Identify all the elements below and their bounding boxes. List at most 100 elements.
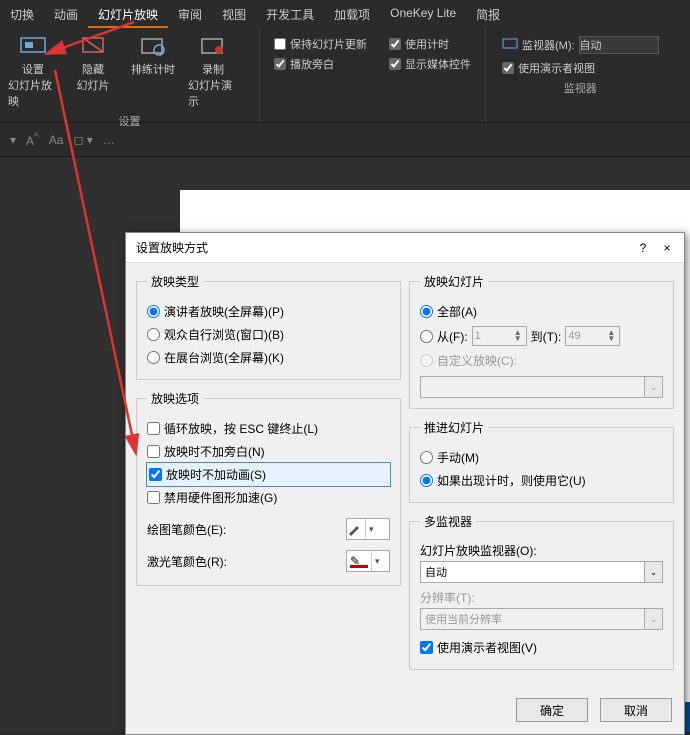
tab-slideshow[interactable]: 幻灯片放映 (88, 0, 168, 28)
show-type-group: 放映类型 演讲者放映(全屏幕)(P) 观众自行浏览(窗口)(B) 在展台浏览(全… (136, 273, 401, 380)
hide-slide-button[interactable]: 隐藏 幻灯片 (66, 32, 120, 111)
custom-show-value (421, 377, 644, 397)
dialog-title: 设置放映方式 (136, 239, 208, 256)
show-type-legend: 放映类型 (147, 273, 203, 290)
show-options-group: 放映选项 循环放映，按 ESC 键终止(L) 放映时不加旁白(N) 放映时不加动… (136, 390, 401, 586)
check-presenter-view[interactable]: 使用演示者视图 (496, 60, 665, 76)
tab-view[interactable]: 视图 (212, 0, 256, 28)
pen-color-label: 绘图笔颜色(E): (147, 521, 226, 538)
monitor-icon (502, 38, 518, 52)
ok-button[interactable]: 确定 (516, 698, 588, 722)
opt-no-narration-label: 放映时不加旁白(N) (164, 443, 265, 460)
setup-icon (19, 34, 47, 58)
record-label1: 录制 (202, 61, 224, 77)
rehearse-icon (139, 34, 167, 58)
hide-label1: 隐藏 (82, 61, 104, 77)
record-icon (199, 34, 227, 58)
multi-monitor-group: 多监视器 幻灯片放映监视器(O): 自动 ⌄ 分辨率(T): 使用当前分辨率 ⌄… (409, 513, 674, 670)
advance-manual[interactable]: 手动(M) (420, 446, 663, 469)
show-type-browse[interactable]: 观众自行浏览(窗口)(B) (147, 323, 390, 346)
dialog-help-button[interactable]: ? (636, 241, 650, 255)
group-label-monitor: 监视器 (492, 80, 669, 96)
setup-show-dialog: 设置放映方式 ? × 放映类型 演讲者放映(全屏幕)(P) 观众自行浏览(窗口)… (125, 232, 685, 735)
setup-slideshow-button[interactable]: 设置 幻灯片放映 (6, 32, 60, 111)
slides-to-value: 49 (568, 330, 605, 342)
advance-timings[interactable]: 如果出现计时，则使用它(U) (420, 469, 663, 492)
slides-custom-label: 自定义放映(C): (437, 352, 517, 369)
opt-no-animation-label: 放映时不加动画(S) (166, 466, 266, 483)
slides-custom: 自定义放映(C): (420, 349, 663, 372)
laser-swatch: ✎ (350, 554, 368, 568)
slides-from-spin[interactable]: 1▲▼ (472, 326, 527, 346)
check-keep-updated[interactable]: 保持幻灯片更新 (274, 36, 367, 52)
multi-monitor-legend: 多监视器 (420, 513, 476, 530)
setup-label2: 幻灯片放映 (8, 77, 58, 109)
show-type-kiosk-label: 在展台浏览(全屏幕)(K) (164, 349, 284, 366)
show-type-kiosk[interactable]: 在展台浏览(全屏幕)(K) (147, 346, 390, 369)
chevron-down-icon: ▾ (371, 551, 383, 571)
tab-animation[interactable]: 动画 (44, 0, 88, 28)
show-type-presenter-label: 演讲者放映(全屏幕)(P) (164, 303, 284, 320)
laser-color-label: 激光笔颜色(R): (147, 553, 227, 570)
cancel-button[interactable]: 取消 (600, 698, 672, 722)
group-label-setup: 设置 (6, 113, 253, 129)
check-narration[interactable]: 播放旁白 (274, 56, 367, 72)
res-select: 使用当前分辨率 ⌄ (420, 608, 663, 630)
opt-loop-label: 循环放映，按 ESC 键终止(L) (164, 420, 318, 437)
setup-label1: 设置 (22, 61, 44, 77)
use-presenter-view[interactable]: 使用演示者视图(V) (420, 636, 663, 659)
slides-to-label: 到(T): (531, 328, 562, 345)
opt-loop[interactable]: 循环放映，按 ESC 键终止(L) (147, 417, 390, 440)
rehearse-button[interactable]: 排练计时 (126, 32, 180, 111)
opt-disable-hw[interactable]: 禁用硬件图形加速(G) (147, 486, 390, 509)
opt-no-narration[interactable]: 放映时不加旁白(N) (147, 440, 390, 463)
monitor-select[interactable]: 自动 (579, 36, 659, 54)
res-select-value: 使用当前分辨率 (421, 609, 644, 629)
show-type-presenter[interactable]: 演讲者放映(全屏幕)(P) (147, 300, 390, 323)
slides-from-label: 从(F): (437, 328, 468, 345)
laser-color-picker[interactable]: ✎ ▾ (346, 550, 390, 572)
check-keep-updated-label: 保持幻灯片更新 (290, 36, 367, 52)
advance-timings-label: 如果出现计时，则使用它(U) (437, 472, 586, 489)
tab-brief[interactable]: 简报 (466, 0, 510, 28)
slides-to-spin[interactable]: 49▲▼ (565, 326, 620, 346)
pen-icon (347, 522, 365, 536)
rehearse-label: 排练计时 (131, 61, 175, 77)
show-type-browse-label: 观众自行浏览(窗口)(B) (164, 326, 284, 343)
check-presenter-view-label: 使用演示者视图 (518, 60, 595, 76)
mon-select-value: 自动 (421, 562, 644, 582)
tab-devtools[interactable]: 开发工具 (256, 0, 324, 28)
check-narration-label: 播放旁白 (290, 56, 334, 72)
opt-no-animation[interactable]: 放映时不加动画(S) (147, 463, 390, 486)
advance-legend: 推进幻灯片 (420, 419, 488, 436)
record-label2: 幻灯片演示 (188, 77, 238, 109)
chevron-down-icon: ⌄ (644, 562, 662, 582)
sec-more: … (103, 133, 115, 147)
slides-all[interactable]: 全部(A) (420, 300, 663, 323)
dialog-close-button[interactable]: × (660, 241, 674, 255)
pen-color-picker[interactable]: ▾ (346, 518, 390, 540)
check-media-controls-label: 显示媒体控件 (405, 56, 471, 72)
tab-addins[interactable]: 加载项 (324, 0, 380, 28)
sec-shapes: ◻ ▾ (73, 133, 92, 147)
chevron-down-icon: ▾ (365, 519, 377, 539)
check-timings-label: 使用计时 (405, 36, 449, 52)
custom-show-select: ⌄ (420, 376, 663, 398)
sec-font: A^ (26, 132, 39, 148)
show-slides-legend: 放映幻灯片 (420, 273, 488, 290)
record-button[interactable]: 录制 幻灯片演示 (186, 32, 240, 111)
tab-review[interactable]: 审阅 (168, 0, 212, 28)
show-slides-group: 放映幻灯片 全部(A) 从(F): 1▲▼ 到(T): 49▲▼ 自定义放映(C… (409, 273, 674, 409)
sec-sep: ▾ (10, 133, 16, 147)
check-media-controls[interactable]: 显示媒体控件 (389, 56, 471, 72)
mon-select[interactable]: 自动 ⌄ (420, 561, 663, 583)
opt-disable-hw-label: 禁用硬件图形加速(G) (164, 489, 277, 506)
slides-range-radio[interactable] (420, 330, 433, 343)
check-timings[interactable]: 使用计时 (389, 36, 471, 52)
res-label: 分辨率(T): (420, 591, 475, 605)
tab-onekey[interactable]: OneKey Lite (380, 0, 466, 28)
slides-all-label: 全部(A) (437, 303, 477, 320)
advance-manual-label: 手动(M) (437, 449, 479, 466)
tab-transition[interactable]: 切换 (0, 0, 44, 28)
advance-group: 推进幻灯片 手动(M) 如果出现计时，则使用它(U) (409, 419, 674, 503)
